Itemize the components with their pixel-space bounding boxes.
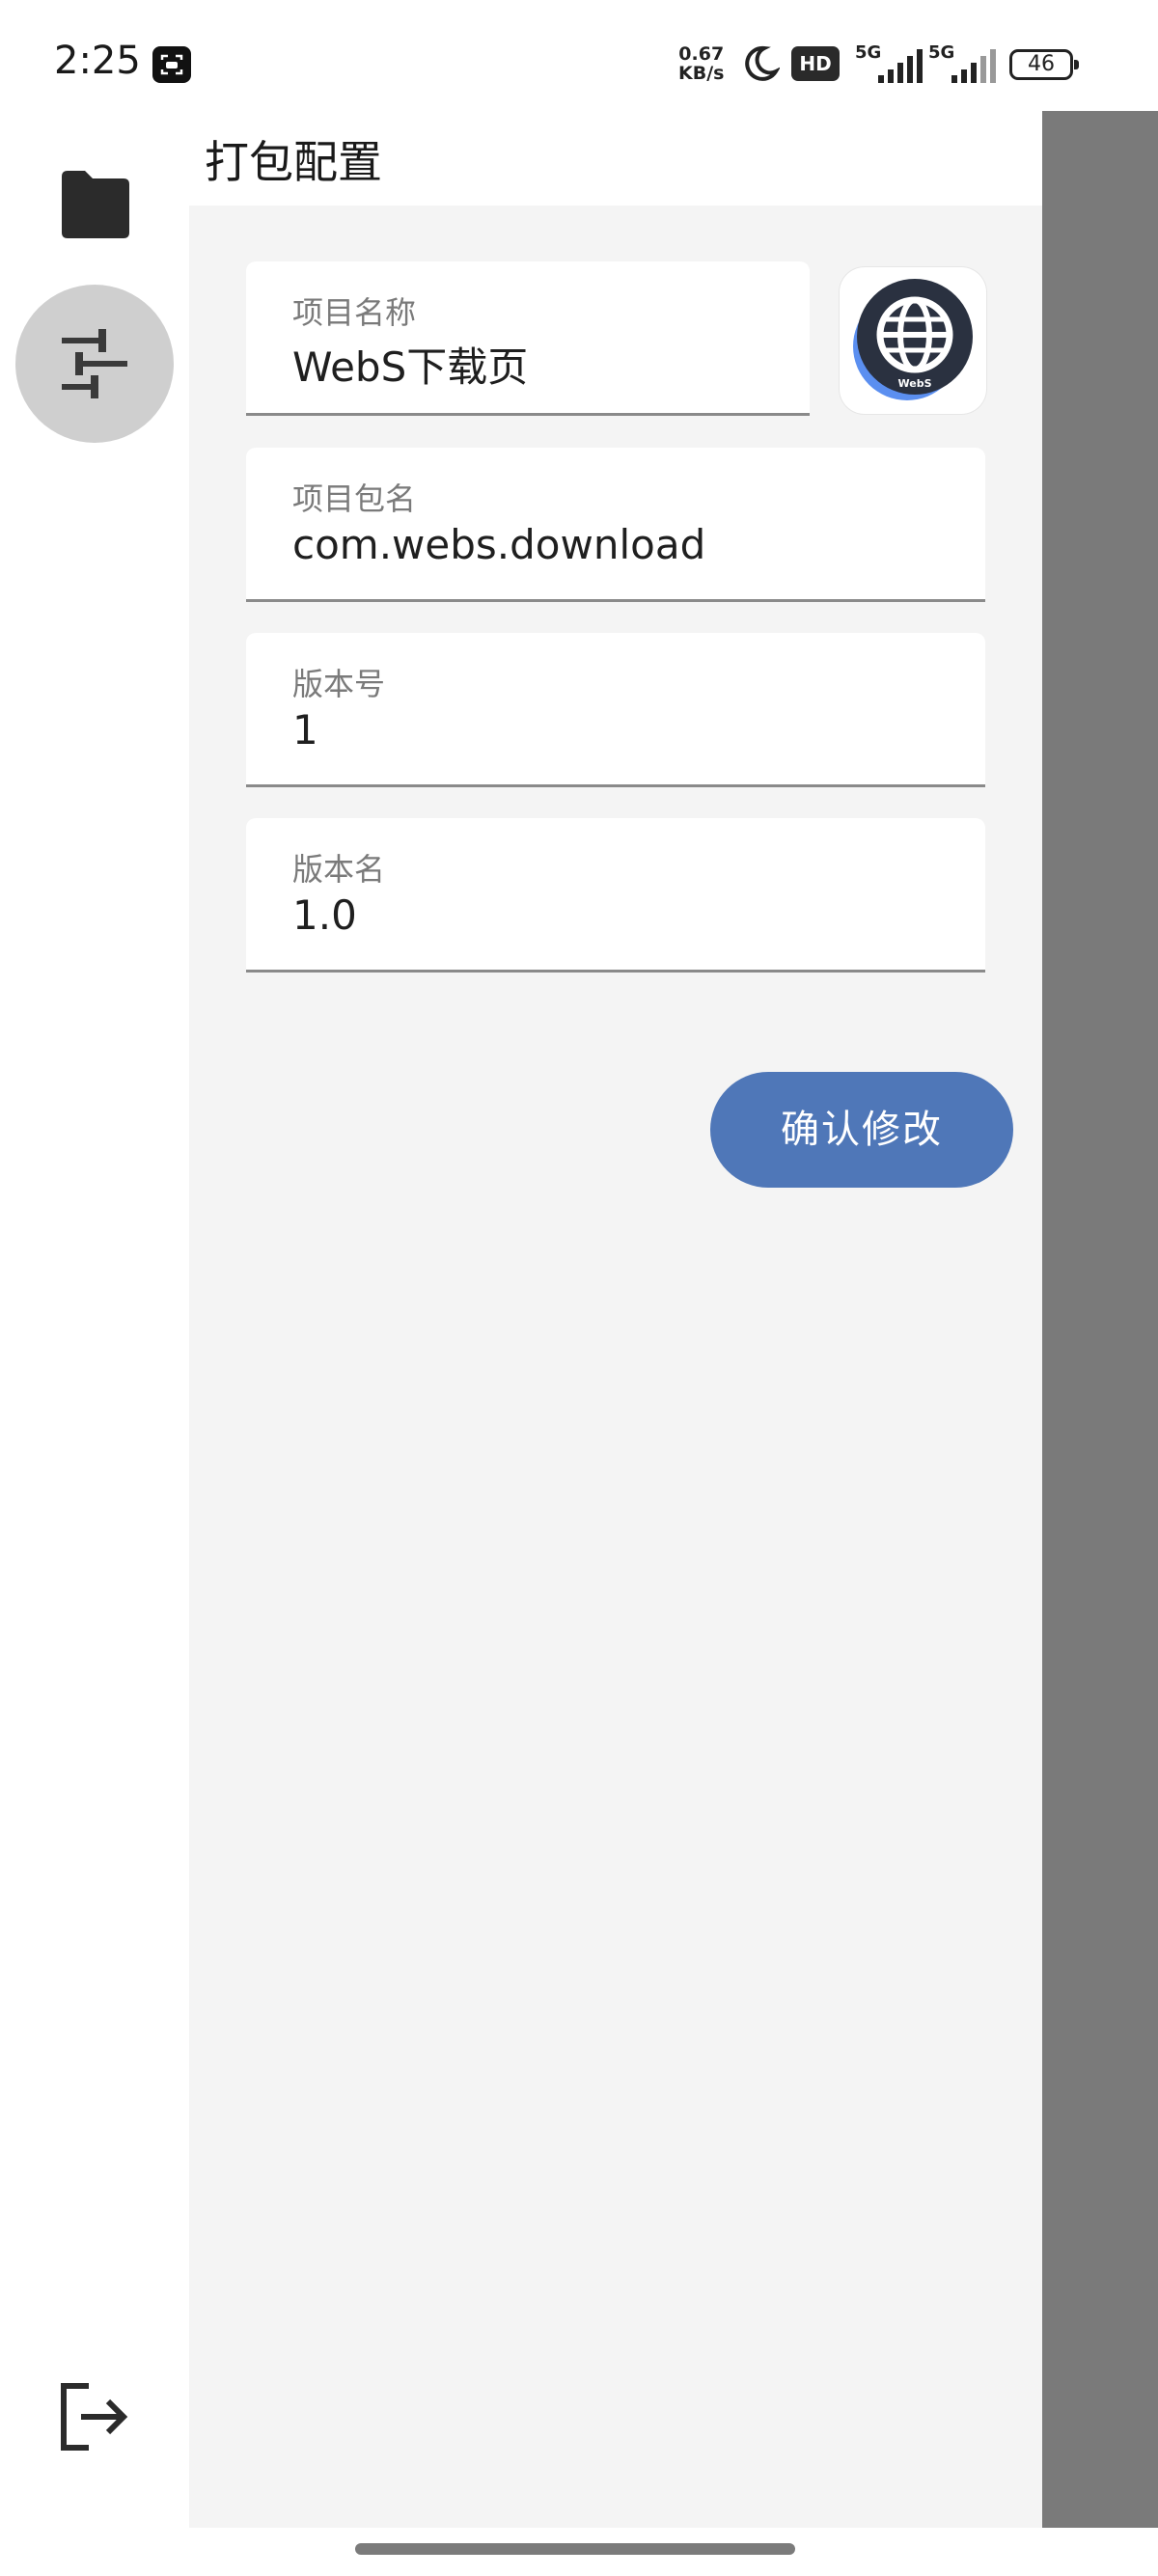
hd-voice-icon: HD	[791, 46, 840, 81]
status-bar: 2:25 0.67 KB/s HD 5G 5G 46	[0, 0, 1158, 111]
status-time: 2:25	[54, 39, 141, 83]
package-name-input[interactable]: com.webs.download	[292, 521, 705, 568]
version-code-input[interactable]: 1	[292, 706, 318, 754]
drawer-scrim[interactable]	[1042, 111, 1158, 2528]
network-speed-unit: KB/s	[678, 63, 725, 84]
nav-item-projects[interactable]	[56, 169, 133, 242]
globe-icon: WebS	[853, 279, 973, 400]
project-name-input[interactable]: WebS下载页	[292, 335, 528, 394]
nav-item-build-config[interactable]	[15, 285, 174, 443]
signal-strength-icon-2	[951, 49, 996, 83]
confirm-changes-button[interactable]: 确认修改	[710, 1072, 1013, 1188]
battery-icon: 46	[1009, 49, 1079, 80]
logout-button[interactable]	[56, 2378, 133, 2455]
app-icon-picker[interactable]: WebS	[840, 267, 986, 414]
network-speed: 0.67 KB/s	[678, 44, 724, 83]
project-name-label: 项目名称	[292, 294, 417, 331]
app-icon-label: WebS	[898, 377, 932, 390]
version-name-field[interactable]: 版本名 1.0	[246, 818, 985, 973]
moon-icon	[741, 44, 782, 87]
config-form-panel: 项目名称 WebS下载页 WebS 项目包名 com.webs.download…	[189, 206, 1042, 2528]
tune-icon	[62, 329, 127, 398]
version-code-field[interactable]: 版本号 1	[246, 633, 985, 787]
gesture-handle[interactable]	[355, 2543, 795, 2555]
version-name-label: 版本名	[292, 851, 386, 888]
page-title: 打包配置	[205, 136, 382, 188]
version-code-label: 版本号	[292, 666, 386, 702]
gesture-bar	[0, 2528, 1158, 2576]
navigation-rail	[0, 111, 189, 2528]
logout-icon	[61, 2383, 128, 2451]
signal-strength-icon	[878, 49, 923, 83]
version-name-input[interactable]: 1.0	[292, 891, 357, 939]
project-name-field[interactable]: 项目名称 WebS下载页	[246, 261, 810, 416]
folder-icon	[62, 171, 129, 238]
network-speed-value: 0.67	[678, 43, 725, 65]
package-name-field[interactable]: 项目包名 com.webs.download	[246, 448, 985, 602]
package-name-label: 项目包名	[292, 480, 417, 517]
notification-app-icon	[152, 46, 191, 83]
